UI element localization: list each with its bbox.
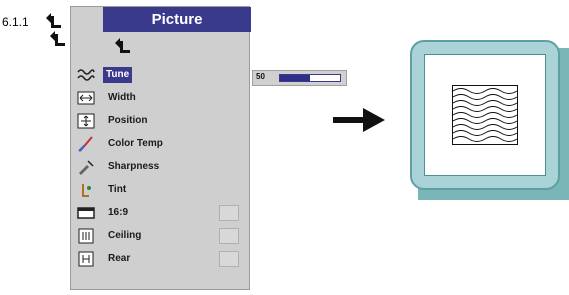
slider-value: 50: [256, 72, 265, 81]
menu-item-tune[interactable]: Tune: [71, 64, 251, 86]
slider-fill: [280, 75, 310, 81]
menu-item-label: Rear: [108, 253, 131, 264]
aspect-ratio-icon: [77, 207, 95, 219]
return-arrow-icon[interactable]: [44, 12, 62, 30]
picture-menu: Picture Tune Width Position Color Temp S…: [70, 6, 251, 290]
menu-item-label: Tune: [103, 67, 133, 83]
menu-title: Picture: [103, 7, 251, 32]
width-icon: [77, 91, 95, 105]
ceiling-icon: [78, 228, 94, 244]
menu-item-label: Sharpness: [108, 161, 160, 172]
return-arrow-icon[interactable]: [48, 30, 66, 48]
wavy-picture-icon: [452, 85, 518, 145]
right-arrow-icon: [333, 108, 385, 132]
menu-item-ceiling[interactable]: Ceiling: [71, 225, 251, 247]
menu-item-label: Tint: [108, 184, 127, 195]
menu-item-width[interactable]: Width: [71, 87, 251, 109]
display-screen: [424, 54, 546, 176]
section-number: 6.1.1: [2, 15, 29, 29]
slider-track[interactable]: [279, 74, 341, 82]
tune-slider[interactable]: 50: [252, 70, 347, 86]
toggle-16-9[interactable]: [219, 205, 239, 221]
toggle-ceiling[interactable]: [219, 228, 239, 244]
toggle-rear[interactable]: [219, 251, 239, 267]
menu-item-sharpness[interactable]: Sharpness: [71, 156, 251, 178]
menu-item-label: Ceiling: [108, 230, 142, 241]
display-illustration: [410, 40, 560, 190]
menu-item-label: Width: [108, 92, 136, 103]
rear-icon: [78, 251, 94, 267]
menu-item-label: Color Temp: [108, 138, 163, 149]
sharpness-icon: [79, 160, 94, 175]
menu-item-label: 16:9: [108, 207, 129, 218]
menu-item-16-9[interactable]: 16:9: [71, 202, 251, 224]
tune-icon: [77, 69, 95, 81]
menu-item-label: Position: [108, 115, 148, 126]
menu-item-tint[interactable]: Tint: [71, 179, 251, 201]
menu-item-color-temp[interactable]: Color Temp: [71, 133, 251, 155]
menu-item-rear[interactable]: Rear: [71, 248, 251, 270]
menu-item-position[interactable]: Position: [71, 110, 251, 132]
position-icon: [77, 113, 95, 129]
tint-icon: [82, 184, 91, 197]
color-temp-icon: [78, 136, 93, 152]
menu-up-arrow-icon[interactable]: [113, 37, 131, 55]
